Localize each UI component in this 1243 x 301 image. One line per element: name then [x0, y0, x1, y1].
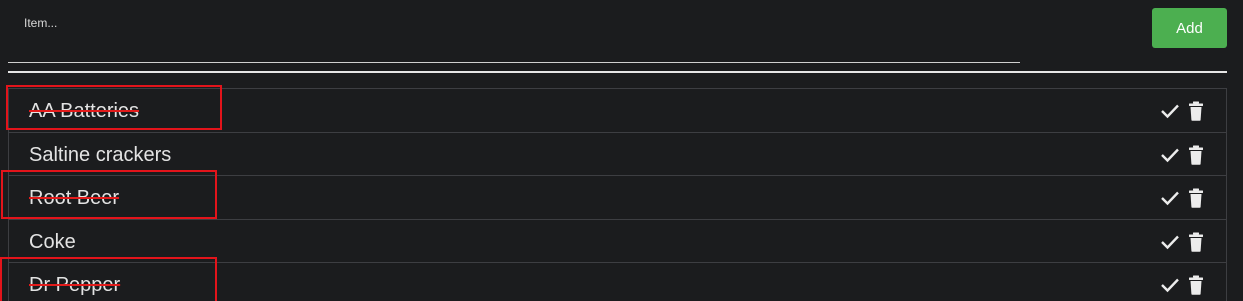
item-actions	[1160, 101, 1206, 121]
item-input-container: Item...	[8, 0, 1020, 64]
trash-icon[interactable]	[1186, 145, 1206, 165]
item-actions	[1160, 275, 1206, 295]
check-icon[interactable]	[1160, 232, 1180, 252]
check-icon[interactable]	[1160, 101, 1180, 121]
trash-icon[interactable]	[1186, 275, 1206, 295]
list-item: Saltine crackers	[9, 133, 1226, 176]
item-input[interactable]	[8, 0, 1020, 63]
list-item: Coke	[9, 220, 1226, 263]
list-item: AA Batteries	[9, 89, 1226, 133]
trash-icon[interactable]	[1186, 232, 1206, 252]
trash-icon[interactable]	[1186, 188, 1206, 208]
item-actions	[1160, 188, 1206, 208]
list-item: Dr Pepper	[9, 263, 1226, 301]
item-name: Root Beer	[29, 187, 120, 209]
add-button[interactable]: Add	[1152, 8, 1227, 48]
item-actions	[1160, 232, 1206, 252]
item-name: Dr Pepper	[29, 274, 121, 296]
check-icon[interactable]	[1160, 188, 1180, 208]
item-name: Coke	[29, 230, 76, 253]
shopping-list-app: Item... Add AA Batteries Saltine cracker…	[0, 0, 1243, 301]
divider	[8, 71, 1227, 73]
item-actions	[1160, 145, 1206, 165]
item-name: AA Batteries	[29, 100, 140, 122]
check-icon[interactable]	[1160, 275, 1180, 295]
check-icon[interactable]	[1160, 145, 1180, 165]
item-input-label: Item...	[24, 16, 58, 30]
item-name: Saltine crackers	[29, 143, 172, 166]
item-list: AA Batteries Saltine crackers Root Beer …	[8, 88, 1227, 301]
list-item: Root Beer	[9, 176, 1226, 220]
trash-icon[interactable]	[1186, 101, 1206, 121]
